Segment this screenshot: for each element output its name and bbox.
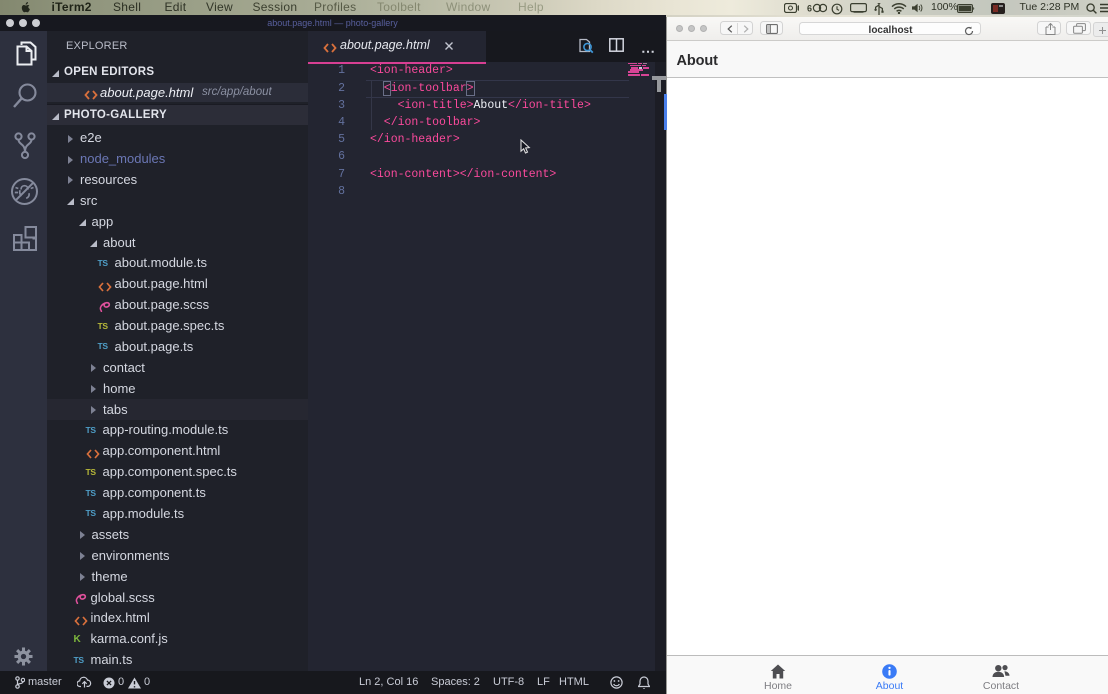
svg-text:6: 6: [807, 4, 812, 14]
